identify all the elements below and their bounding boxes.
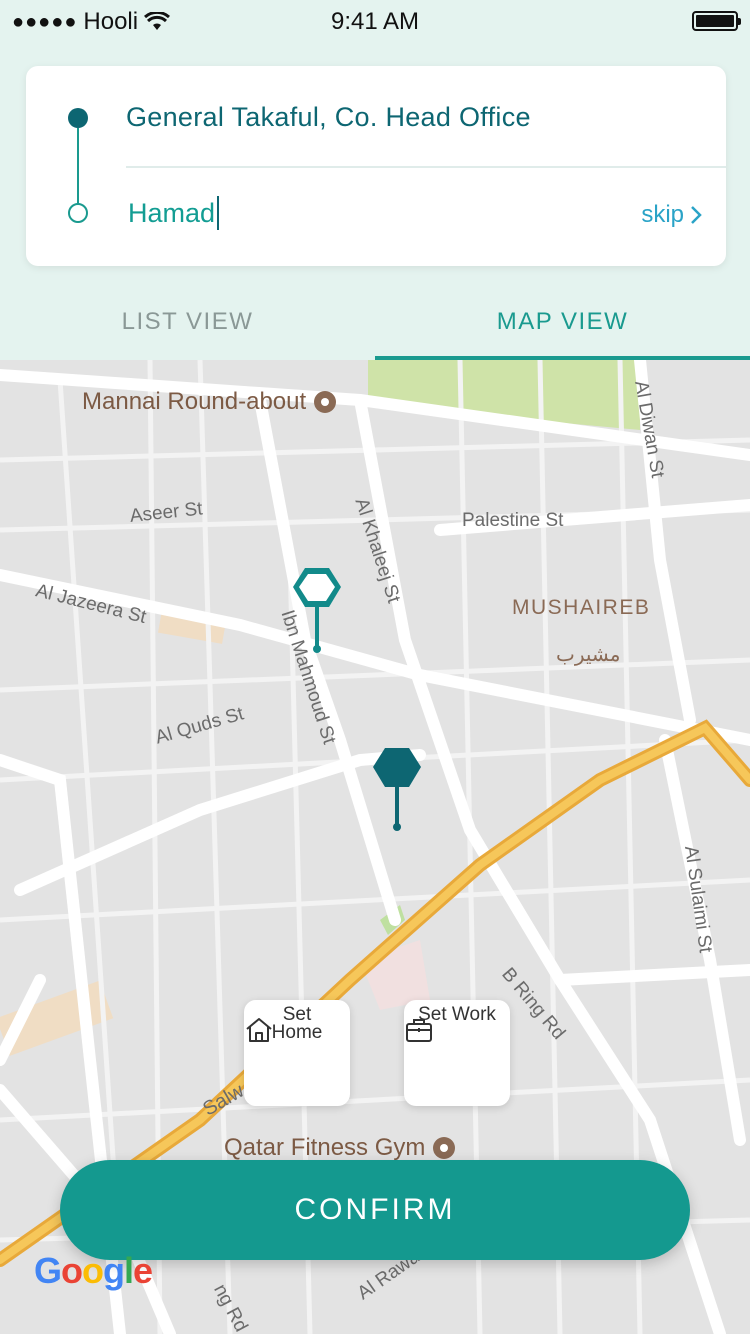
poi-mannai-roundabout[interactable]: Mannai Round-about: [82, 388, 337, 416]
chevron-right-icon: [691, 206, 702, 224]
set-home-button[interactable]: Set Home: [244, 1000, 350, 1106]
origin-field[interactable]: General Takaful, Co. Head Office: [126, 102, 531, 133]
destination-field[interactable]: Hamad: [128, 196, 220, 230]
route-line: [77, 128, 79, 208]
tab-map-view[interactable]: MAP VIEW: [375, 284, 750, 360]
place-icon: [433, 1137, 456, 1159]
status-bar: ●●●●● Hooli 9:41 AM: [0, 0, 750, 44]
divider: [126, 166, 726, 168]
skip-button[interactable]: skip: [641, 201, 702, 229]
destination-text: Hamad: [128, 197, 216, 228]
origin-pin-icon[interactable]: [370, 745, 426, 835]
origin-dot-icon: [68, 108, 88, 128]
home-icon: [246, 1018, 272, 1042]
map-view[interactable]: Mannai Round-about Al Diwan St Aseer St …: [0, 360, 750, 1334]
street-label: Palestine St: [462, 510, 564, 531]
destination-pin-icon[interactable]: [290, 565, 346, 655]
landmark-icon: [314, 391, 337, 413]
battery-icon: [692, 11, 741, 31]
view-tabs: LIST VIEW MAP VIEW: [0, 284, 750, 360]
route-card: General Takaful, Co. Head Office Hamad s…: [26, 66, 726, 266]
poi-qatar-fitness-gym[interactable]: Qatar Fitness Gym: [224, 1134, 456, 1162]
clock: 9:41 AM: [330, 8, 420, 35]
google-logo: Google: [34, 1250, 153, 1291]
confirm-button[interactable]: CONFIRM: [60, 1160, 690, 1260]
poi-label: Mannai Round-about: [82, 388, 307, 415]
poi-label: Qatar Fitness Gym: [224, 1134, 426, 1161]
text-caret: [217, 196, 220, 230]
skip-label: skip: [641, 201, 684, 228]
tab-list-view[interactable]: LIST VIEW: [0, 284, 375, 360]
set-work-button[interactable]: Set Work: [404, 1000, 510, 1106]
header: General Takaful, Co. Head Office Hamad s…: [0, 44, 750, 360]
district-label: MUSHAIREB: [512, 596, 651, 619]
briefcase-icon: [406, 1019, 432, 1042]
destination-dot-icon: [68, 203, 88, 223]
district-label-arabic: مشيرب: [556, 644, 621, 666]
